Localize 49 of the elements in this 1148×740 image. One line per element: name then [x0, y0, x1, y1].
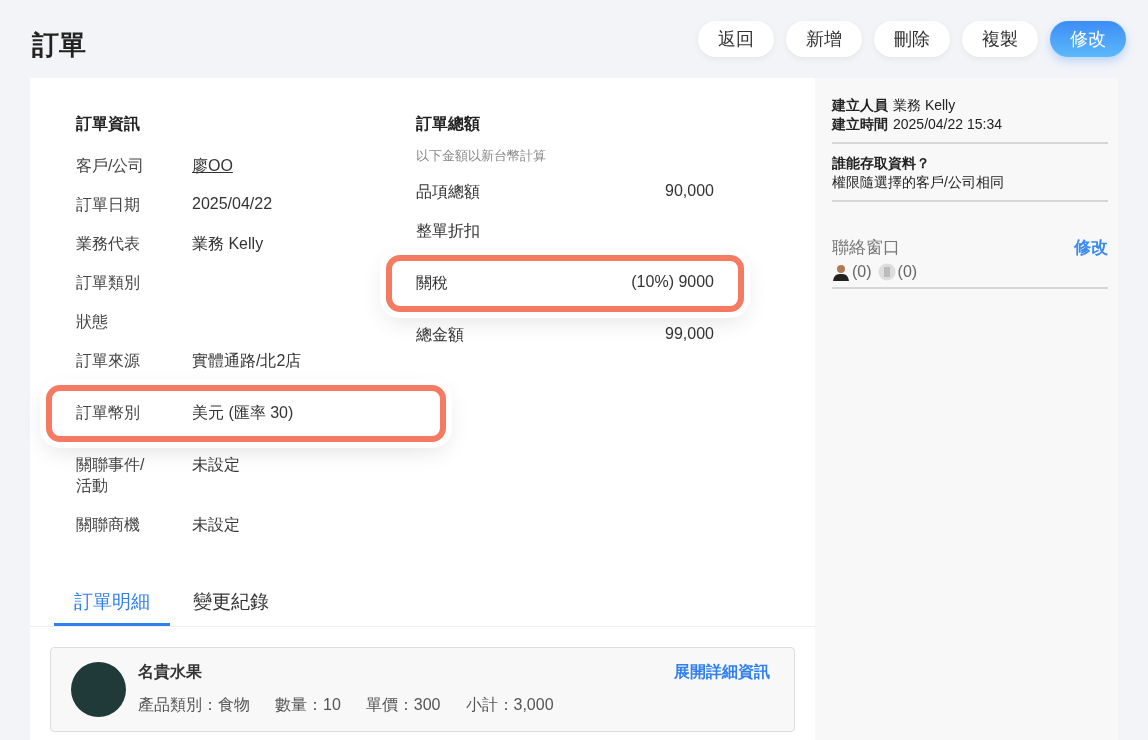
created-time-text: 建立時間 2025/04/22 15:34 — [832, 115, 1003, 134]
person-count: (0) — [852, 263, 872, 281]
field-label: 狀態 — [76, 312, 108, 332]
building-icon — [877, 263, 896, 281]
field-label: 業務代表 — [76, 234, 140, 254]
field-value: 業務 Kelly — [192, 234, 264, 254]
section-title: 訂單資訊 — [76, 114, 141, 134]
company-count: (0) — [897, 263, 918, 281]
field-value: 未設定 — [192, 515, 240, 535]
field-value: 實體通路/北2店 — [192, 351, 302, 371]
product-field: 小計：3,000 — [465, 695, 554, 716]
total-label: 品項總額 — [416, 182, 480, 202]
creator-text: 建立人員 業務 Kelly — [832, 96, 957, 115]
field-label: 關聯商機 — [76, 515, 140, 535]
product-name: 名貴水果 — [138, 662, 202, 682]
product-field: 數量：10 — [275, 695, 341, 716]
access-text: 權限隨選擇的客戶/公司相同 — [832, 173, 1005, 192]
field-label: 訂單日期 — [76, 195, 140, 215]
total-label: 關稅 — [416, 273, 448, 293]
page-title: 訂單 — [32, 29, 86, 62]
product-field: 產品類別：食物 — [138, 695, 250, 716]
photo-placeholder — [71, 662, 126, 717]
action-button[interactable]: 刪除 — [874, 21, 950, 57]
field-label: 訂單來源 — [76, 351, 140, 371]
action-button[interactable]: 返回 — [698, 21, 774, 57]
customer-link[interactable]: 廖OO — [192, 156, 233, 177]
contacts-title: 聯絡窗口 — [832, 237, 900, 259]
access-title: 誰能存取資料？ — [832, 154, 931, 173]
currency-note: 以下金額以新台幣計算 — [416, 147, 547, 165]
field-value: 未設定 — [192, 455, 240, 475]
tab[interactable]: 訂單明細 — [54, 583, 170, 626]
product-field: 單價：300 — [365, 695, 441, 716]
total-label: 整單折扣 — [416, 221, 480, 241]
field-label: 客戶/公司 — [76, 156, 145, 176]
total-value: (10%) 9000 — [631, 273, 714, 291]
field-value: 美元 (匯率 30) — [192, 403, 294, 423]
expand-details-link[interactable]: 展開詳細資訊 — [674, 662, 770, 683]
person-icon — [832, 263, 850, 281]
field-label: 訂單類別 — [76, 273, 140, 293]
tab[interactable]: 變更紀錄 — [173, 583, 289, 626]
action-button[interactable]: 新增 — [786, 21, 862, 57]
total-value: 90,000 — [665, 182, 714, 200]
field-value: 2025/04/22 — [192, 195, 273, 213]
field-label: 關聯事件/活動 — [76, 455, 146, 496]
total-label: 總金額 — [416, 325, 464, 345]
action-button[interactable]: 複製 — [962, 21, 1038, 57]
section-title: 訂單總額 — [416, 114, 481, 134]
field-label: 訂單幣別 — [76, 403, 140, 423]
total-value: 99,000 — [665, 325, 714, 343]
